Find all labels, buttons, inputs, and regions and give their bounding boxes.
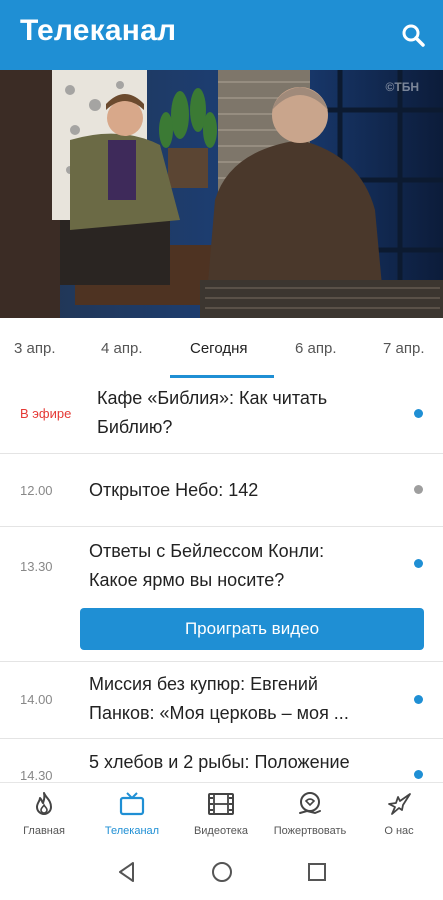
nav-item-library[interactable]: Видеотека [177,783,265,845]
program-title: Кафе «Библия»: Как читать Библию? [97,384,397,442]
nav-label: Главная [23,825,65,837]
back-triangle-icon[interactable] [115,860,139,884]
flame-icon [36,792,52,815]
status-dot [414,770,423,779]
program-title: Открытое Небо: 142 [89,480,259,500]
video-frame-image [0,70,443,318]
recents-square-icon[interactable] [305,860,329,884]
program-title-line: Панков: «Моя церковь – моя ... [89,703,349,723]
live-video-preview[interactable]: ©ТБН [0,70,443,318]
bottom-navigation: Главная Телеканал Видеотека Пожертвовать [0,782,443,845]
program-title-line: Библию? [97,417,173,437]
nav-label: Видеотека [193,825,249,837]
status-dot [414,485,423,494]
nav-label: Пожертвовать [273,825,347,837]
page-title: Телеканал [20,14,177,47]
schedule-row-expanded[interactable]: 13.30 Ответы с Бейлессом Конли: Какое яр… [0,527,443,662]
status-dot [414,409,423,418]
status-dot [414,559,423,568]
status-dot [414,695,423,704]
program-time: 13.30 [20,559,53,574]
program-time: 14.30 [20,768,53,782]
search-icon[interactable] [400,22,426,48]
program-title-line: Ответы с Бейлессом Конли: [89,541,325,561]
program-title-line: Какое ярмо вы носите? [89,570,285,590]
date-tabs: 3 апр. 4 апр. Сегодня 6 апр. 7 апр. [0,318,443,378]
tab-date-1[interactable]: 3 апр. [14,340,55,357]
app-bar: Телеканал [0,0,443,70]
tab-date-today[interactable]: Сегодня [190,340,248,357]
program-title: Миссия без купюр: Евгений Панков: «Моя ц… [89,670,389,728]
schedule-row[interactable]: В эфире Кафе «Библия»: Как читать Библию… [0,378,443,454]
channel-watermark: ©ТБН [385,80,419,94]
dove-icon [388,793,411,815]
schedule-row[interactable]: 14.00 Миссия без купюр: Евгений Панков: … [0,662,443,739]
nav-item-tv[interactable]: Телеканал [88,783,176,845]
home-circle-icon[interactable] [210,860,234,884]
nav-item-donate[interactable]: Пожертвовать [266,783,354,845]
nav-label: Телеканал [104,825,160,837]
tab-date-2[interactable]: 4 апр. [101,340,142,357]
schedule-list: В эфире Кафе «Библия»: Как читать Библию… [0,378,443,782]
donate-icon [299,792,321,815]
play-video-button[interactable]: Проиграть видео [80,608,424,650]
tv-icon [119,792,145,816]
program-title: Ответы с Бейлессом Конли: Какое ярмо вы … [89,537,389,595]
program-title-line: Кафе «Библия»: Как читать [97,388,328,408]
nav-item-home[interactable]: Главная [0,783,88,845]
live-label: В эфире [20,406,72,421]
nav-label: О нас [384,825,414,837]
schedule-row[interactable]: 12.00 Открытое Небо: 142 [0,454,443,527]
system-navigation-bar [0,844,443,900]
schedule-row[interactable]: 14.30 5 хлебов и 2 рыбы: Положение [0,739,443,782]
program-time: 12.00 [20,483,53,498]
tab-date-4[interactable]: 6 апр. [295,340,336,357]
program-time: 14.00 [20,692,53,707]
nav-item-about[interactable]: О нас [355,783,443,845]
tab-date-5[interactable]: 7 апр. [383,340,424,357]
program-title-line: Миссия без купюр: Евгений [89,674,318,694]
program-title: 5 хлебов и 2 рыбы: Положение [89,752,350,772]
film-icon [208,793,234,815]
